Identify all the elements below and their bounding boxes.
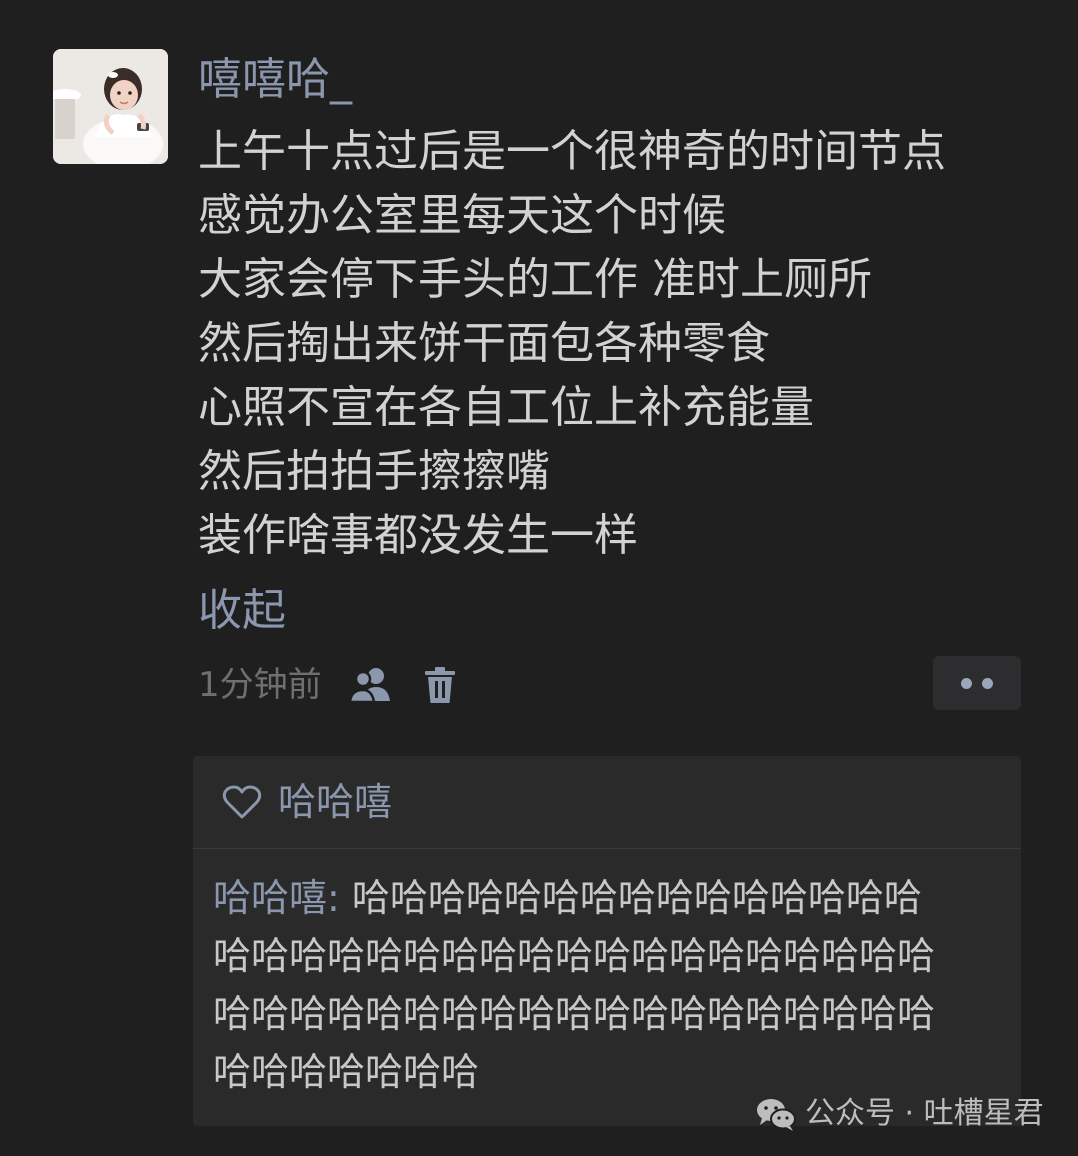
post-line: 大家会停下手头的工作 准时上厕所 bbox=[198, 254, 872, 305]
likes-comments-panel: 哈哈嘻 哈哈嘻: 哈哈哈哈哈哈哈哈哈哈哈哈哈哈哈 哈哈哈哈哈哈哈哈哈哈哈哈哈哈哈… bbox=[193, 756, 1021, 1126]
comment[interactable]: 哈哈嘻: 哈哈哈哈哈哈哈哈哈哈哈哈哈哈哈 哈哈哈哈哈哈哈哈哈哈哈哈哈哈哈哈哈哈哈… bbox=[213, 869, 1018, 1101]
friends-icon[interactable] bbox=[348, 665, 394, 705]
more-button[interactable] bbox=[933, 656, 1021, 710]
trash-icon[interactable] bbox=[420, 665, 460, 705]
post-line: 装作啥事都没发生一样 bbox=[198, 510, 638, 561]
avatar-image bbox=[53, 49, 168, 164]
post-line: 然后掏出来饼干面包各种零食 bbox=[198, 318, 770, 369]
post-line: 上午十点过后是一个很神奇的时间节点 bbox=[198, 126, 946, 177]
likes-row: 哈哈嘻 bbox=[193, 756, 1021, 849]
wechat-icon bbox=[757, 1099, 796, 1131]
comment-separator: : bbox=[327, 876, 352, 920]
post-line: 感觉办公室里每天这个时候 bbox=[198, 190, 726, 241]
liker-name[interactable]: 哈哈嘻 bbox=[278, 777, 392, 827]
more-dots-icon bbox=[961, 677, 972, 689]
comment-line: 哈哈哈哈哈哈哈哈哈哈哈哈哈哈哈哈哈哈哈 bbox=[213, 934, 936, 978]
post-text: 上午十点过后是一个很神奇的时间节点 感觉办公室里每天这个时候 大家会停下手头的工… bbox=[198, 120, 1038, 568]
post-meta: 1分钟前 bbox=[198, 660, 460, 710]
post-timestamp: 1分钟前 bbox=[198, 665, 322, 705]
comment-text: 哈哈哈哈哈哈哈哈哈哈哈哈哈哈哈 bbox=[351, 876, 922, 920]
post-line: 然后拍拍手擦擦嘴 bbox=[198, 446, 550, 497]
collapse-link[interactable]: 收起 bbox=[198, 581, 286, 641]
comment-line: 哈哈嘻: 哈哈哈哈哈哈哈哈哈哈哈哈哈哈哈 bbox=[213, 869, 1018, 927]
comment-author[interactable]: 哈哈嘻 bbox=[213, 876, 327, 920]
comment-line: 哈哈哈哈哈哈哈哈哈哈哈哈哈哈哈哈哈哈哈 bbox=[213, 992, 936, 1036]
watermark: 公众号 · 吐槽星君 bbox=[755, 1092, 1044, 1136]
watermark-text: 公众号 · 吐槽星君 bbox=[805, 1096, 1044, 1131]
post-username[interactable]: 嘻嘻哈_ bbox=[198, 52, 352, 108]
post-line: 心照不宣在各自工位上补充能量 bbox=[198, 382, 814, 433]
heart-icon bbox=[222, 785, 262, 819]
more-dots-icon bbox=[982, 677, 993, 689]
avatar[interactable] bbox=[53, 49, 168, 164]
